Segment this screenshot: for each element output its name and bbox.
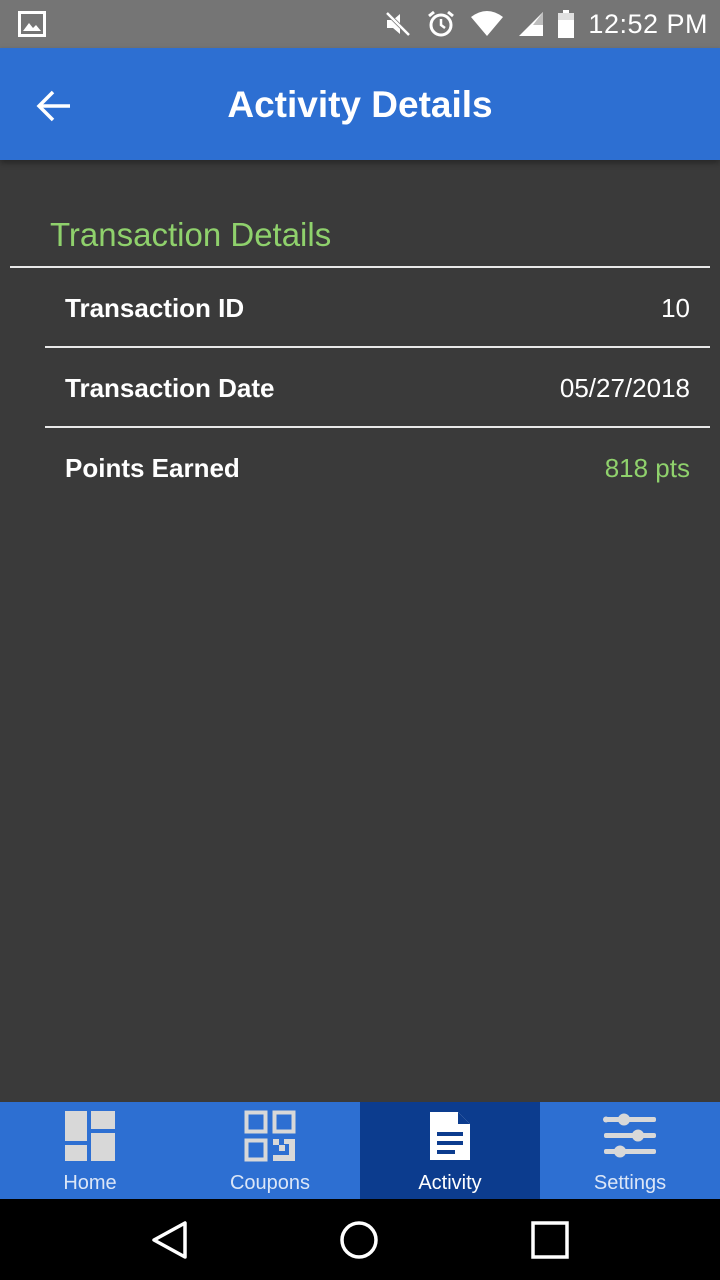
battery-icon	[558, 10, 575, 38]
detail-label: Transaction ID	[65, 293, 245, 323]
detail-label: Transaction Date	[65, 373, 275, 403]
detail-row-transaction-id: Transaction ID 10	[45, 268, 710, 348]
detail-label: Points Earned	[65, 453, 240, 483]
transaction-details-panel: Transaction Details Transaction ID 10 Tr…	[0, 160, 720, 1102]
alarm-icon	[426, 9, 456, 39]
wifi-icon	[470, 11, 504, 37]
system-home-button[interactable]	[338, 1219, 380, 1261]
sliders-icon	[602, 1112, 658, 1160]
home-circle-icon	[339, 1220, 379, 1260]
mute-icon	[384, 10, 412, 38]
tab-label: Home	[63, 1172, 117, 1194]
system-back-button[interactable]	[148, 1219, 190, 1261]
system-recents-button[interactable]	[529, 1219, 571, 1261]
tab-coupons[interactable]: Coupons	[180, 1102, 360, 1199]
section-title: Transaction Details	[50, 216, 332, 253]
tab-label: Activity	[418, 1172, 482, 1194]
detail-row-points-earned: Points Earned 818 pts	[45, 428, 710, 508]
back-triangle-icon	[150, 1220, 188, 1260]
status-bar: 12:52 PM	[0, 0, 720, 48]
detail-row-transaction-date: Transaction Date 05/27/2018	[45, 348, 710, 428]
tab-activity[interactable]: Activity	[360, 1102, 540, 1199]
detail-value: 10	[661, 293, 690, 323]
tab-home[interactable]: Home	[0, 1102, 180, 1199]
app-bar: Activity Details	[0, 48, 720, 160]
points-value: 818 pts	[604, 453, 690, 483]
tab-label: Settings	[593, 1172, 667, 1194]
bottom-navigation: Home Coupons Activity Settings	[0, 1102, 720, 1199]
status-time: 12:52 PM	[588, 8, 708, 39]
image-notification-icon	[18, 11, 46, 37]
recents-square-icon	[531, 1221, 569, 1259]
dashboard-icon	[64, 1110, 116, 1162]
system-navigation-bar	[0, 1199, 720, 1280]
page-title: Activity Details	[227, 84, 493, 125]
signal-icon	[518, 11, 544, 37]
qr-code-icon	[244, 1110, 296, 1162]
tab-label: Coupons	[229, 1172, 311, 1194]
detail-value: 05/27/2018	[559, 373, 690, 403]
document-icon	[428, 1110, 472, 1162]
tab-settings[interactable]: Settings	[540, 1102, 720, 1199]
